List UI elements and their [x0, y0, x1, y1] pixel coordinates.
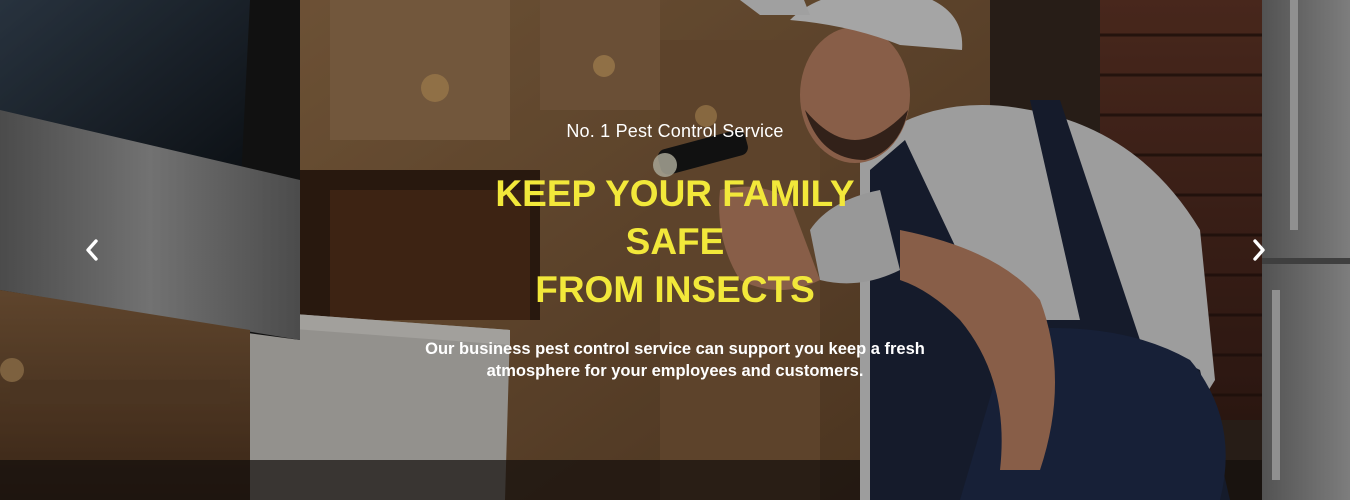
slider-prev-button[interactable] [76, 234, 108, 266]
hero-headline-line-1: KEEP YOUR FAMILY [495, 173, 855, 214]
hero-headline: KEEP YOUR FAMILY SAFE FROM INSECTS [0, 170, 1350, 314]
hero-description: Our business pest control service can su… [0, 338, 1350, 382]
hero-description-line-1: Our business pest control service can su… [425, 340, 925, 358]
chevron-left-icon [86, 239, 98, 261]
hero-headline-line-2: SAFE [625, 221, 725, 262]
chevron-right-icon [1253, 239, 1265, 261]
slider-next-button[interactable] [1243, 234, 1275, 266]
hero-content: No. 1 Pest Control Service KEEP YOUR FAM… [0, 0, 1350, 500]
hero-eyebrow: No. 1 Pest Control Service [566, 121, 784, 141]
hero-slider: No. 1 Pest Control Service KEEP YOUR FAM… [0, 0, 1350, 500]
hero-description-line-2: atmosphere for your employees and custom… [486, 362, 864, 380]
hero-headline-line-3: FROM INSECTS [535, 269, 815, 310]
